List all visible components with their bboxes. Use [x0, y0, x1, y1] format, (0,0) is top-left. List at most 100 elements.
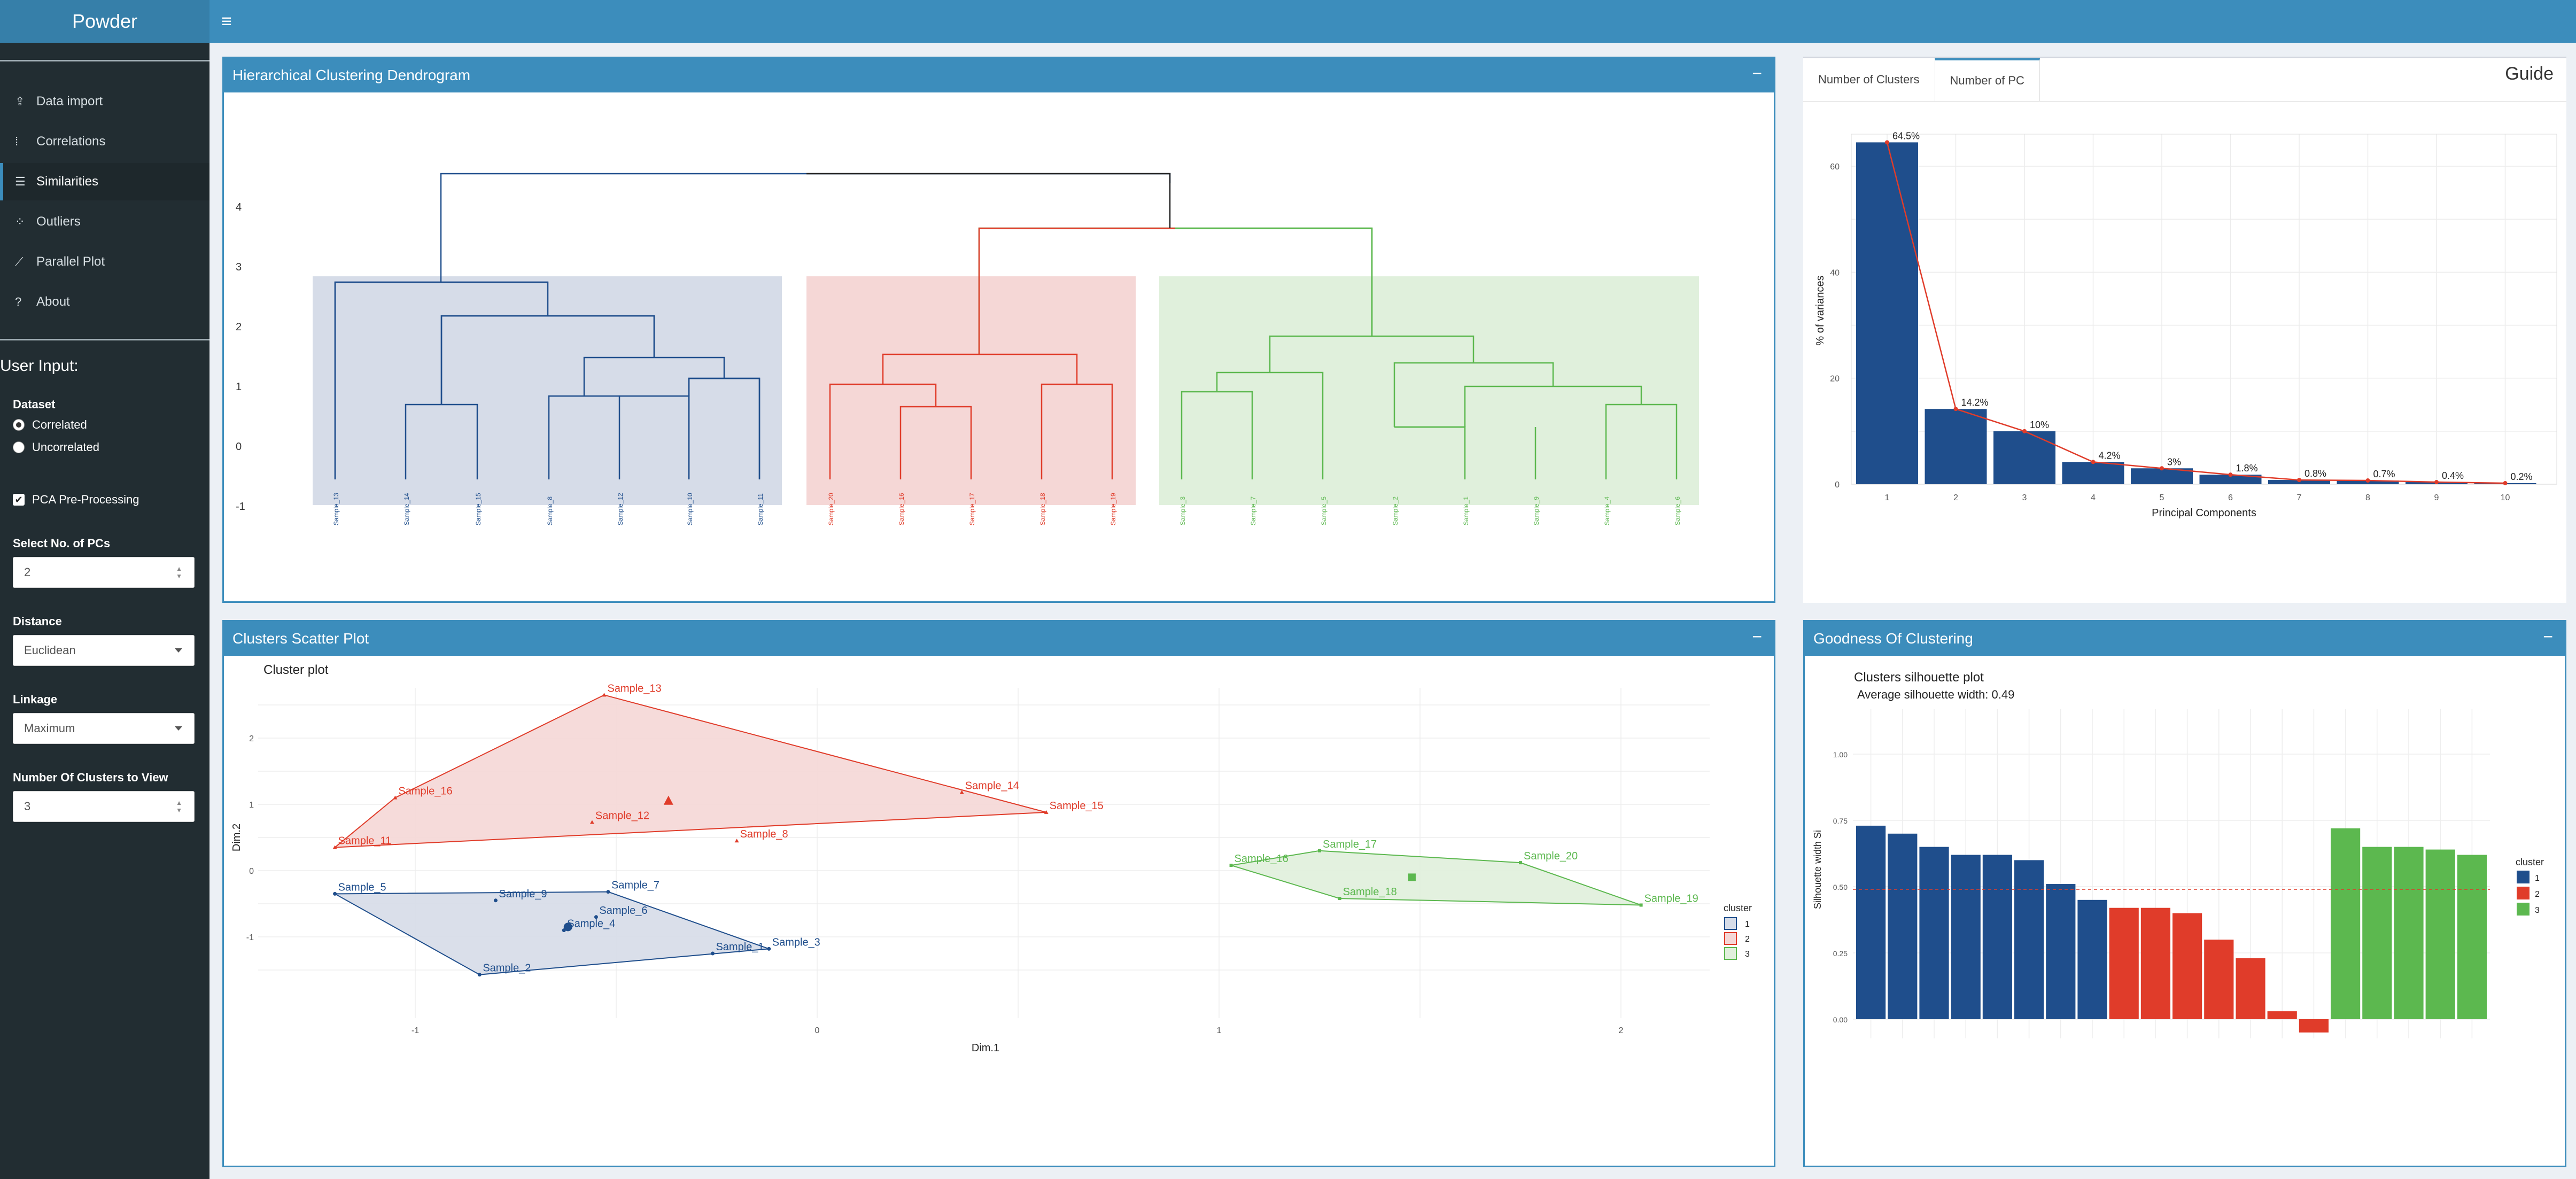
dataset-radio-correlated[interactable]: Correlated — [13, 418, 87, 432]
stepper-icon[interactable]: ▲ ▼ — [176, 799, 182, 814]
point-label: Sample_8 — [740, 828, 788, 840]
tab-number-of-pc[interactable]: Number of PC — [1934, 58, 2040, 101]
distance-label: Distance — [13, 615, 62, 628]
y-axis-label: Dim.2 — [231, 824, 243, 851]
pca-checkbox[interactable]: ✔ PCA Pre-Processing — [13, 493, 139, 507]
silhouette-bar — [1888, 833, 1918, 1019]
x-tick-label: 9 — [2434, 493, 2439, 502]
y-tick-label: 0 — [236, 441, 242, 453]
minimize-icon[interactable]: − — [1752, 627, 1762, 647]
point-label: Sample_15 — [1050, 800, 1104, 812]
point-label: Sample_6 — [599, 905, 647, 917]
panel-header: Clusters Scatter Plot − — [224, 622, 1774, 656]
chart-subtitle: Average silhouette width: 0.49 — [1857, 688, 2014, 701]
x-tick-label: -1 — [412, 1026, 419, 1035]
tab-divider — [1803, 101, 2566, 102]
point-label: Sample_2 — [483, 963, 531, 974]
y-tick-label: 3 — [236, 261, 242, 273]
cluster-hull — [1231, 850, 1641, 906]
sidebar-item-parallel-plot[interactable]: ⟋ Parallel Plot — [0, 243, 210, 281]
scatter-point — [493, 898, 498, 903]
tab-bar: Number of Clusters Number of PC — [1803, 58, 2040, 101]
point-label: Sample_11 — [338, 835, 392, 847]
silhouette-bar — [1951, 855, 1981, 1019]
sidebar-item-similarities[interactable]: ☰ Similarities — [0, 163, 210, 200]
clusters-numeric-input[interactable]: 3 ▲ ▼ — [13, 791, 195, 822]
stepper-icon[interactable]: ▲ ▼ — [176, 565, 182, 580]
pca-label: PCA Pre-Processing — [32, 493, 139, 506]
minimize-icon[interactable]: − — [2543, 627, 2553, 647]
scree-bar — [1856, 142, 1918, 484]
scree-point — [2365, 478, 2370, 483]
point-label: Sample_4 — [567, 918, 615, 930]
cluster-hull — [332, 891, 770, 975]
point-label: Sample_20 — [1524, 850, 1578, 862]
sidebar-item-label: Correlations — [36, 134, 106, 149]
linkage-select[interactable]: Maximum — [13, 713, 195, 744]
y-tick-label: 2 — [249, 734, 254, 743]
legend-key — [1724, 917, 1737, 930]
bar-value-label: 14.2% — [1961, 397, 1989, 408]
legend-title: cluster — [2516, 857, 2544, 867]
chevron-down-icon — [175, 726, 182, 731]
point-label: Sample_14 — [965, 780, 1019, 792]
bar-value-label: 0.7% — [2373, 469, 2395, 479]
legend-key — [2517, 887, 2530, 899]
guide-link[interactable]: Guide — [2505, 64, 2554, 84]
pcs-numeric-input[interactable]: 2 ▲ ▼ — [13, 557, 195, 588]
x-tick-label: 5 — [2160, 493, 2164, 502]
scree-chart: 0 20 40 60 64.5% 1 14.2% 2 10% 3 4.2% 4 3% 5 1.8% 6 0.8%… — [1814, 130, 2557, 519]
silhouette-bar — [2362, 847, 2392, 1019]
legend-key — [1724, 947, 1737, 960]
silhouette-bar — [2425, 849, 2455, 1019]
point-label: Sample_7 — [611, 880, 659, 891]
sidebar-toggle-icon[interactable]: ≡ — [221, 11, 243, 32]
scatter-icon: ⁘ — [15, 215, 25, 228]
scatter-point — [1338, 897, 1341, 901]
bar-value-label: 4.2% — [2099, 450, 2121, 461]
user-input-title: User Input: — [0, 357, 79, 375]
y-tick-label: 0.00 — [1833, 1015, 1848, 1024]
point-label: Sample_16 — [398, 786, 452, 797]
dataset-radio-uncorrelated[interactable]: Uncorrelated — [13, 440, 99, 454]
y-tick-label: 60 — [1830, 162, 1840, 172]
silhouette-bar — [2394, 847, 2424, 1019]
y-tick-label: 0 — [249, 867, 254, 876]
upload-icon: ⇪ — [15, 95, 25, 108]
list-icon: ☰ — [15, 175, 26, 188]
silhouette-bar — [2299, 1019, 2329, 1033]
silhouette-bar — [2014, 860, 2044, 1019]
y-tick-label: 40 — [1830, 268, 1840, 277]
distance-value: Euclidean — [24, 643, 76, 657]
legend-key — [2517, 871, 2530, 883]
scatter-point — [602, 693, 607, 697]
question-icon: ? — [15, 295, 22, 308]
leaf-label: Sample_19 — [1109, 493, 1117, 525]
minimize-icon[interactable]: − — [1752, 64, 1762, 83]
scree-point — [2228, 472, 2233, 477]
y-tick-label: 0.50 — [1833, 883, 1848, 891]
radio-label: Uncorrelated — [32, 440, 99, 454]
sidebar-item-outliers[interactable]: ⁘ Outliers — [0, 203, 210, 241]
tab-number-of-clusters[interactable]: Number of Clusters — [1803, 58, 1935, 101]
scree-point — [2091, 460, 2096, 464]
y-tick-label: -1 — [236, 501, 245, 513]
linkage-label: Linkage — [13, 693, 58, 706]
scree-point — [1885, 140, 1889, 145]
sidebar-item-data-import[interactable]: ⇪ Data import — [0, 83, 210, 120]
sidebar-item-about[interactable]: ? About — [0, 283, 210, 321]
point-label: Sample_19 — [1644, 893, 1698, 904]
y-axis-label: Silhouette width Si — [1812, 830, 1823, 909]
silhouette-bar — [2046, 884, 2076, 1019]
y-tick-label: 4 — [236, 201, 242, 213]
radio-unselected-icon — [13, 441, 25, 453]
scatter-point — [1229, 864, 1233, 867]
sidebar-item-correlations[interactable]: ⁞ Correlations — [0, 123, 210, 160]
distance-select[interactable]: Euclidean — [13, 635, 195, 666]
dataset-label: Dataset — [13, 398, 56, 411]
silhouette-bar — [2457, 855, 2487, 1019]
app-logo: Powder — [0, 0, 210, 43]
point-label: Sample_18 — [1343, 886, 1397, 898]
bar-value-label: 0.2% — [2511, 471, 2533, 482]
leaf-label: Sample_14 — [403, 493, 410, 525]
